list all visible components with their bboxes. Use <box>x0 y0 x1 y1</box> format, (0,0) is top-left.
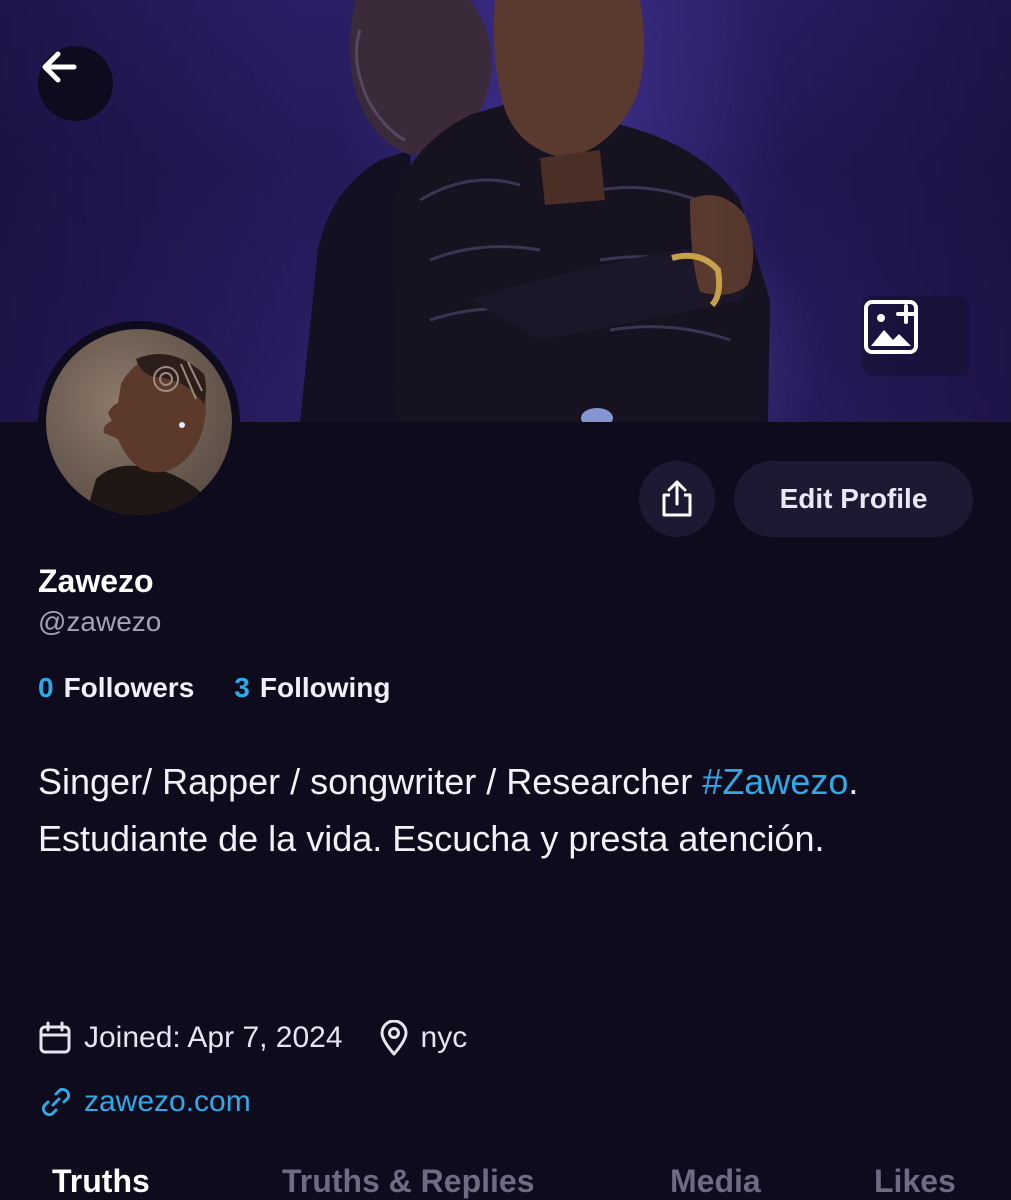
location-text: nyc <box>420 1021 468 1054</box>
followers-link[interactable]: 0 Followers <box>38 672 194 704</box>
username-handle: @zawezo <box>38 606 162 637</box>
following-link[interactable]: 3 Following <box>234 672 390 704</box>
follow-stats: 0 Followers 3 Following <box>38 672 391 704</box>
display-name: Zawezo <box>38 563 154 599</box>
tab-likes[interactable]: Likes <box>874 1163 956 1200</box>
location: nyc <box>379 1020 468 1056</box>
bio-text-start: Singer/ Rapper / songwriter / Researcher <box>38 761 703 802</box>
avatar[interactable] <box>38 321 240 523</box>
following-label: Following <box>259 672 391 703</box>
joined-date: Joined: Apr 7, 2024 <box>38 1021 343 1055</box>
link-icon <box>41 1087 71 1117</box>
back-button[interactable] <box>38 46 113 121</box>
tab-truths[interactable]: Truths <box>52 1163 150 1200</box>
arrow-left-icon <box>42 51 77 83</box>
profile-bio: Singer/ Rapper / songwriter / Researcher… <box>38 753 938 867</box>
followers-label: Followers <box>63 672 195 703</box>
share-button[interactable] <box>639 461 715 537</box>
tab-truths-and-replies[interactable]: Truths & Replies <box>282 1163 535 1200</box>
map-pin-icon <box>380 1020 408 1056</box>
edit-profile-button[interactable]: Edit Profile <box>734 461 973 537</box>
avatar-image <box>46 329 232 515</box>
image-plus-icon <box>864 300 918 354</box>
tab-media[interactable]: Media <box>670 1163 761 1200</box>
profile-tabs: Truths Truths & Replies Media Likes <box>0 1163 1011 1200</box>
share-icon <box>662 480 692 517</box>
website-text: zawezo.com <box>84 1085 251 1118</box>
following-count: 3 <box>234 672 250 703</box>
profile-page: Edit Profile Zawezo @zawezo 0 Followers 3… <box>0 0 1011 1200</box>
avatar-portrait <box>86 354 221 515</box>
profile-meta: Joined: Apr 7, 2024 nyc <box>38 1016 467 1060</box>
change-cover-button[interactable] <box>862 296 970 376</box>
bio-hashtag-link[interactable]: #Zawezo <box>702 761 848 802</box>
joined-date-text: Joined: Apr 7, 2024 <box>84 1021 343 1054</box>
followers-count: 0 <box>38 672 54 703</box>
calendar-icon <box>39 1021 71 1054</box>
website-link[interactable]: zawezo.com <box>38 1080 251 1124</box>
